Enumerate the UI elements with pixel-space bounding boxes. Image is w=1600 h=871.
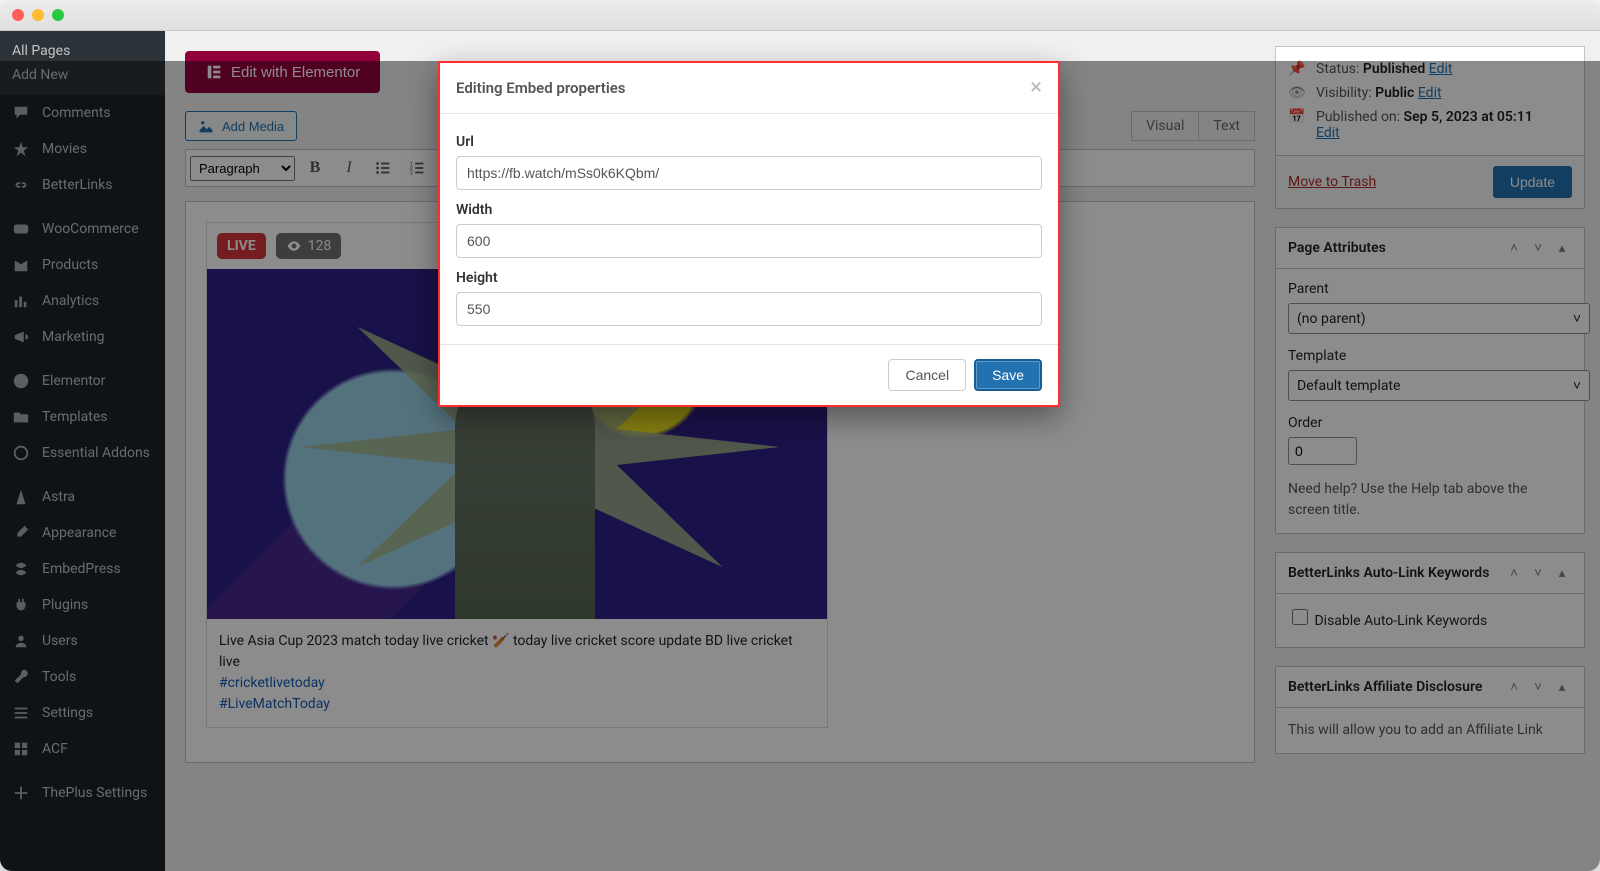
height-label: Height xyxy=(456,270,1042,286)
mac-minimize-dot[interactable] xyxy=(32,9,44,21)
width-label: Width xyxy=(456,202,1042,218)
modal-title: Editing Embed properties xyxy=(456,79,626,97)
modal-close-icon[interactable]: × xyxy=(1030,77,1042,99)
cancel-button[interactable]: Cancel xyxy=(888,359,966,391)
width-input[interactable] xyxy=(456,224,1042,258)
url-input[interactable] xyxy=(456,156,1042,190)
embed-properties-modal: Editing Embed properties × Url Width Hei… xyxy=(438,61,1060,407)
url-label: Url xyxy=(456,134,1042,150)
mac-titlebar xyxy=(0,0,1600,31)
mac-close-dot[interactable] xyxy=(12,9,24,21)
save-button[interactable]: Save xyxy=(974,359,1042,391)
app-body: All Pages Add New Comments Movies Better… xyxy=(0,31,1600,871)
mac-zoom-dot[interactable] xyxy=(52,9,64,21)
mac-window: All Pages Add New Comments Movies Better… xyxy=(0,0,1600,871)
height-input[interactable] xyxy=(456,292,1042,326)
sidebar-sub-all-pages[interactable]: All Pages xyxy=(12,39,165,63)
